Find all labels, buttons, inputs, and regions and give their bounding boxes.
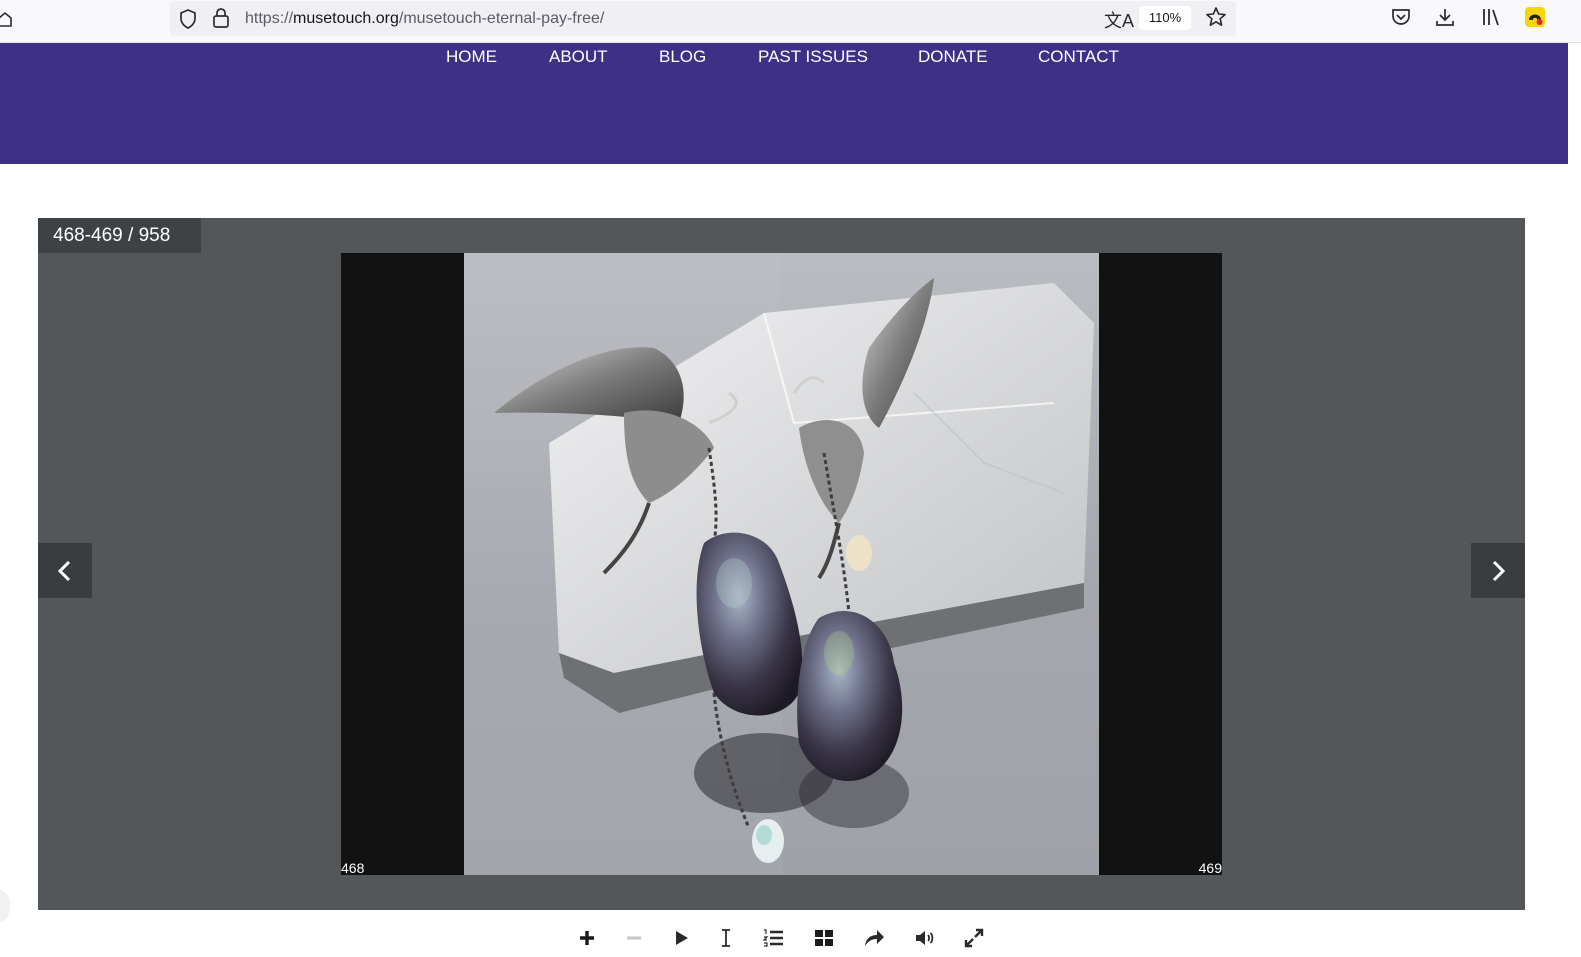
sound-button[interactable]	[913, 926, 937, 950]
share-icon	[865, 930, 884, 946]
zoom-out-button[interactable]	[622, 926, 646, 950]
nav-home[interactable]: HOME	[446, 47, 497, 67]
nav-contact[interactable]: CONTACT	[1038, 47, 1119, 67]
nav-donate[interactable]: DONATE	[918, 47, 988, 67]
flipbook-viewer: 468-469 / 958 468 469	[38, 218, 1525, 910]
right-page-number: 469	[1198, 860, 1222, 876]
table-of-contents-icon	[762, 929, 783, 947]
thumbnails-icon	[815, 930, 833, 946]
thumbnails-button[interactable]	[812, 926, 836, 950]
sound-icon	[916, 931, 934, 945]
nav-about[interactable]: ABOUT	[549, 47, 608, 67]
site-navigation: HOME ABOUT BLOG PAST ISSUES DONATE CONTA…	[0, 43, 1568, 164]
chevron-left-icon	[57, 560, 71, 581]
nav-blog[interactable]: BLOG	[659, 47, 706, 67]
flipbook-toolbar	[0, 918, 1581, 957]
bookmark-star-icon[interactable]	[1205, 6, 1227, 28]
share-button[interactable]	[862, 926, 886, 950]
translate-icon[interactable]: 文A	[1104, 7, 1134, 33]
zoom-in-button[interactable]	[575, 926, 599, 950]
table-of-contents-button[interactable]	[761, 926, 785, 950]
url-text[interactable]: https://musetouch.org/musetouch-eternal-…	[245, 10, 604, 28]
fullscreen-button[interactable]	[962, 926, 986, 950]
play-icon	[676, 931, 688, 945]
library-icon[interactable]	[1480, 6, 1502, 28]
nav-past-issues[interactable]: PAST ISSUES	[758, 47, 868, 67]
text-select-icon	[722, 929, 730, 947]
zoom-level-badge[interactable]: 110%	[1139, 6, 1191, 30]
zoom-out-icon	[627, 936, 641, 940]
chevron-right-icon	[1492, 560, 1506, 581]
zoom-in-icon	[580, 931, 594, 945]
left-page-number: 468	[341, 860, 365, 876]
next-page-button[interactable]	[1471, 543, 1525, 598]
lock-icon[interactable]	[212, 7, 230, 29]
address-bar[interactable]: https://musetouch.org/musetouch-eternal-…	[170, 1, 1236, 36]
earrings-photo	[464, 253, 1099, 875]
page-counter: 468-469 / 958	[38, 218, 201, 253]
pocket-icon[interactable]	[1390, 6, 1412, 28]
fullscreen-icon	[964, 928, 984, 948]
page-spread[interactable]: 468 469	[341, 253, 1222, 876]
previous-page-button[interactable]	[38, 543, 92, 598]
text-select-button[interactable]	[714, 926, 738, 950]
spread-photo	[464, 253, 1099, 875]
download-icon[interactable]	[1434, 6, 1456, 28]
autoplay-button[interactable]	[669, 926, 693, 950]
browser-toolbar: https://musetouch.org/musetouch-eternal-…	[0, 0, 1581, 43]
shield-icon[interactable]	[178, 8, 198, 30]
extension-icon[interactable]	[1524, 6, 1546, 28]
home-icon[interactable]	[0, 10, 12, 28]
